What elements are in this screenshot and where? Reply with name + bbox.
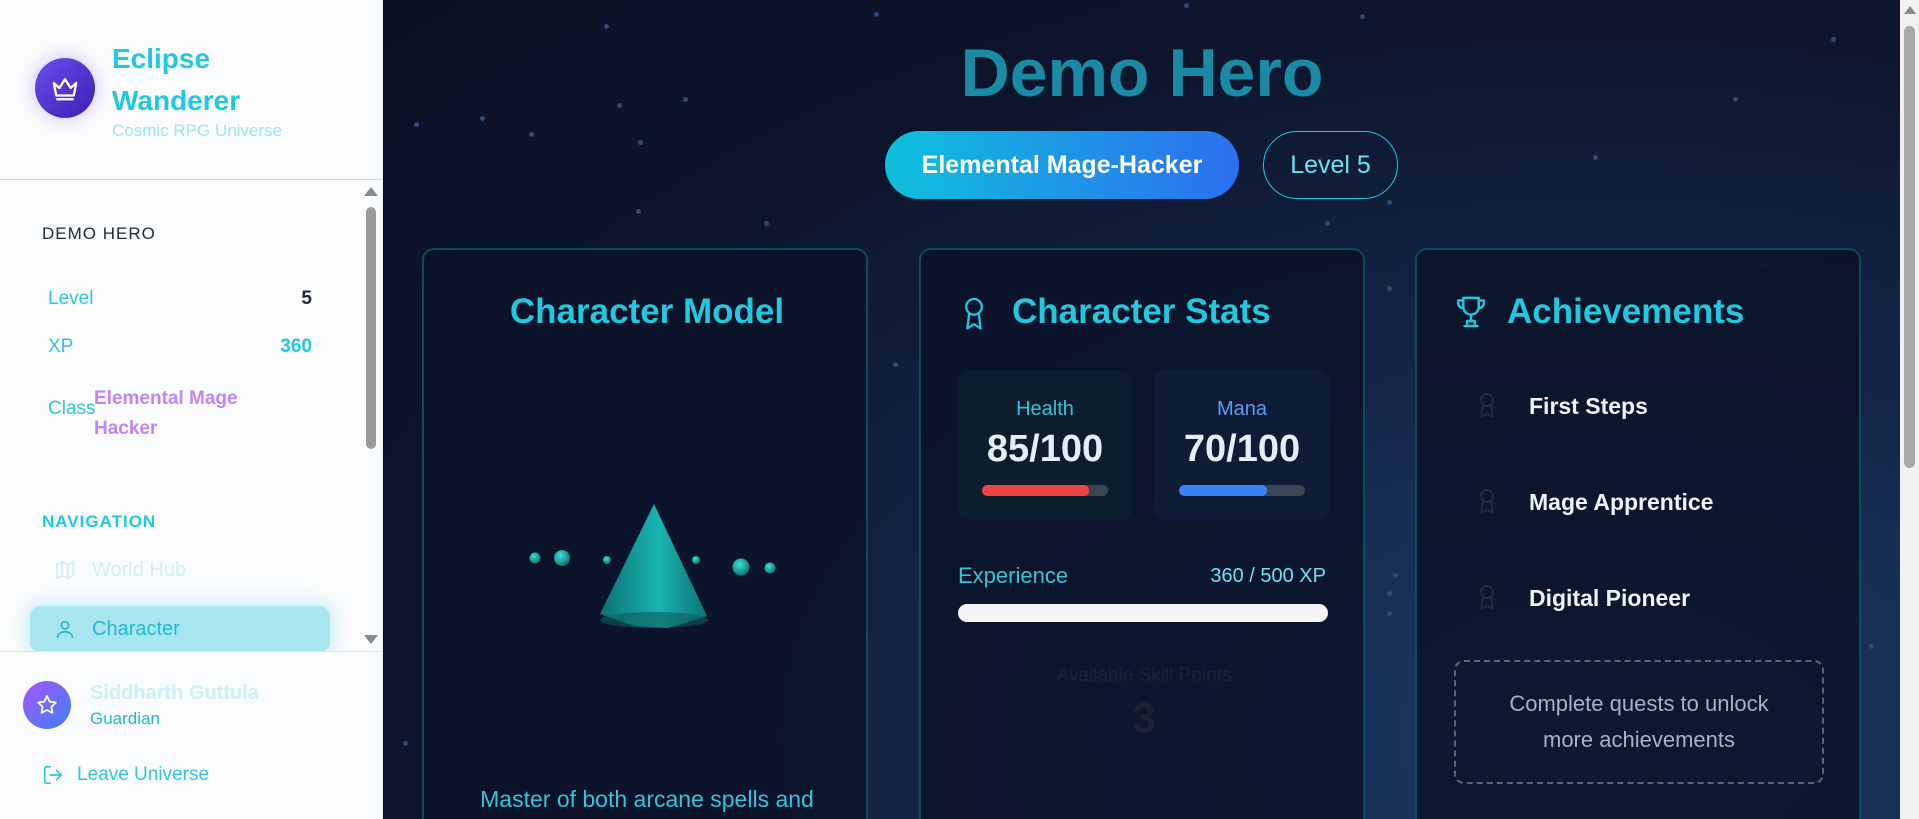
sidebar: Eclipse Wanderer Cosmic RPG Universe DEM… — [0, 0, 383, 819]
hero-name: Demo Hero — [960, 35, 1324, 111]
leave-universe-label: Leave Universe — [77, 764, 210, 785]
scroll-up-arrow[interactable] — [364, 187, 378, 196]
level-badge: Level 5 — [1263, 131, 1398, 199]
skill-points-label: Available Skill Points — [1056, 665, 1232, 686]
page-scrollbar[interactable] — [1900, 0, 1919, 819]
user-name: Siddharth Guttula — [90, 682, 259, 704]
mana-value: 70/100 — [1183, 428, 1301, 470]
sidebar-stat-xp: XP 360 — [48, 336, 312, 358]
brand-header: Eclipse Wanderer Cosmic RPG Universe — [0, 0, 382, 180]
leave-universe-button[interactable]: Leave Universe — [42, 764, 209, 786]
character-model-card: Character Model Master of both arcane sp… — [422, 248, 868, 819]
user-role: Guardian — [90, 709, 160, 728]
mana-stat: Mana 70/100 — [1155, 370, 1329, 520]
sidebar-stat-class: Class Elemental Mage Hacker — [48, 388, 312, 439]
card-title: Achievements — [1507, 292, 1745, 331]
stat-label: Class — [48, 398, 96, 419]
stat-value: 5 — [301, 288, 312, 309]
experience-bar — [958, 604, 1328, 622]
mana-bar — [1179, 485, 1305, 496]
nav-item-label: World Hub — [92, 558, 187, 581]
app-title: Eclipse Wanderer — [112, 43, 241, 116]
achievement-item[interactable]: Digital Pioneer — [1475, 584, 1690, 612]
character-stats-card: Character Stats Health 85/100 Mana 70/10… — [919, 248, 1365, 819]
card-title: Character Model — [509, 292, 785, 331]
class-badge: Elemental Mage-Hacker — [885, 131, 1239, 199]
user-profile: Siddharth Guttula Guardian Leave Univers… — [0, 651, 382, 819]
medal-icon — [1475, 488, 1499, 516]
experience-value: 360 / 500 XP — [1210, 565, 1326, 587]
medal-icon — [1475, 392, 1499, 420]
stat-label: XP — [48, 336, 74, 357]
navigation-title: NAVIGATION — [42, 512, 157, 531]
app-subtitle: Cosmic RPG Universe — [112, 121, 283, 140]
stat-value: Elemental Mage Hacker — [94, 388, 238, 439]
achievement-label: Mage Apprentice — [1529, 488, 1714, 515]
health-stat: Health 85/100 — [958, 370, 1132, 520]
nav-item-label: Character — [92, 617, 180, 640]
nav-item-world-hub[interactable]: World Hub — [30, 547, 330, 593]
sidebar-stat-level: Level 5 — [48, 288, 312, 310]
achievements-card: Achievements First Steps Mage Apprentice… — [1415, 248, 1861, 819]
achievement-label: First Steps — [1529, 392, 1648, 419]
achievement-item[interactable]: First Steps — [1475, 392, 1648, 420]
achievement-label: Digital Pioneer — [1529, 584, 1691, 611]
achievement-item[interactable]: Mage Apprentice — [1475, 488, 1713, 516]
scroll-up-arrow[interactable] — [1904, 6, 1916, 14]
main-content: Demo Hero Elemental Mage-Hacker Level 5 … — [384, 0, 1900, 819]
mana-label: Mana — [1216, 398, 1268, 420]
character-description: Master of both arcane spells and — [480, 786, 814, 812]
avatar[interactable] — [23, 681, 71, 729]
nav-item-character[interactable]: Character — [30, 606, 330, 651]
sidebar-scroll-area: DEMO HERO Level 5 XP 360 Class Elemental… — [0, 181, 382, 651]
map-icon — [54, 559, 76, 581]
scroll-down-arrow[interactable] — [364, 635, 378, 644]
hero-section-title: DEMO HERO — [42, 224, 156, 243]
logout-icon — [42, 764, 64, 786]
skill-points-value: 3 — [1132, 694, 1156, 741]
health-bar-fill — [982, 485, 1090, 496]
sidebar-scrollbar[interactable] — [364, 181, 378, 651]
health-value: 85/100 — [986, 428, 1104, 470]
experience-label: Experience — [958, 563, 1069, 588]
achievements-empty-note: Complete quests to unlock more achieveme… — [1454, 660, 1824, 784]
scroll-thumb[interactable] — [366, 207, 376, 449]
medal-icon — [1475, 584, 1499, 612]
scroll-thumb[interactable] — [1904, 26, 1915, 468]
award-icon — [959, 296, 989, 337]
stat-label: Level — [48, 288, 94, 309]
mana-bar-fill — [1179, 485, 1268, 496]
health-bar — [982, 485, 1108, 496]
stat-value: 360 — [280, 336, 312, 357]
user-icon — [54, 618, 76, 640]
character-model-3d[interactable] — [424, 490, 870, 650]
crown-icon[interactable] — [35, 58, 95, 118]
card-title: Character Stats — [1012, 292, 1271, 331]
star-icon — [37, 695, 57, 714]
trophy-icon — [1454, 294, 1488, 335]
health-label: Health — [1016, 398, 1074, 420]
